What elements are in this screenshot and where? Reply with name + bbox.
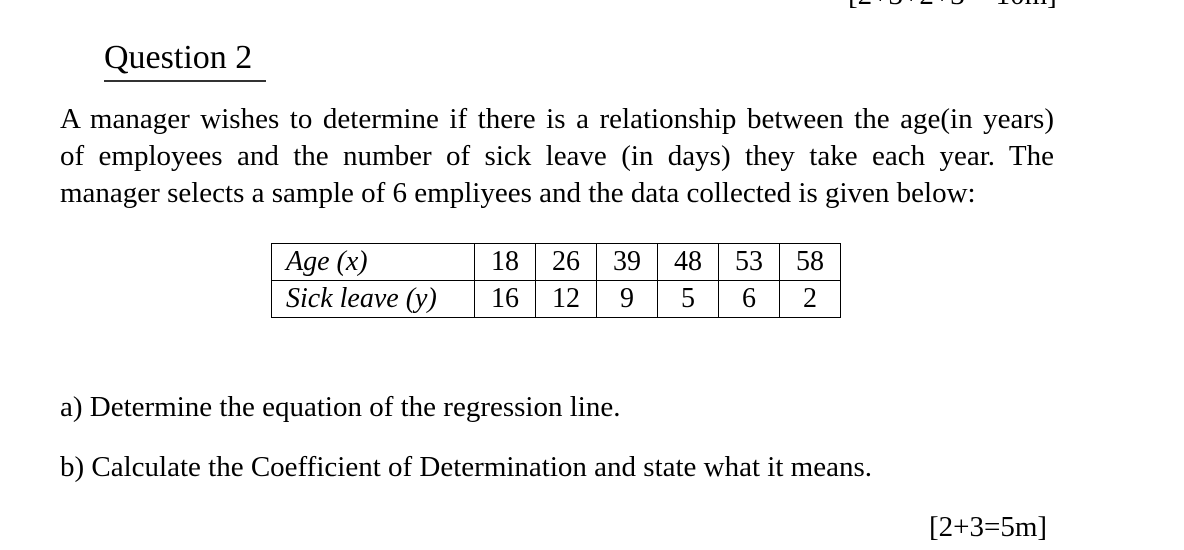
table-cell: 16 xyxy=(474,280,536,318)
table-cell: 2 xyxy=(779,280,841,318)
table-cell: 12 xyxy=(535,280,597,318)
data-table: Age (x) 18 26 39 48 53 58 Sick leave (y)… xyxy=(271,243,841,318)
table-cell: 6 xyxy=(718,280,780,318)
paragraph-line: A manager wishes to determine if there i… xyxy=(60,103,1054,135)
part-b-question: b) Calculate the Coefficient of Determin… xyxy=(60,451,872,483)
row-label: Sick leave (y) xyxy=(271,280,475,318)
paragraph-line: manager selects a sample of 6 empliyees … xyxy=(60,177,976,209)
part-a-question: a) Determine the equation of the regress… xyxy=(60,391,621,423)
table-row-age: Age (x) 18 26 39 48 53 58 xyxy=(271,243,841,281)
table-row-sick-leave: Sick leave (y) 16 12 9 5 6 2 xyxy=(271,280,841,318)
paragraph-line: of employees and the number of sick leav… xyxy=(60,140,1054,172)
table-cell: 9 xyxy=(596,280,658,318)
table-cell: 58 xyxy=(779,243,841,281)
question-paragraph: A manager wishes to determine if there i… xyxy=(60,101,1054,212)
table-cell: 18 xyxy=(474,243,536,281)
table-cell: 39 xyxy=(596,243,658,281)
table-cell: 26 xyxy=(535,243,597,281)
title-underline xyxy=(104,80,266,82)
previous-question-marks-fragment: [2+3+2+3 = 10m] xyxy=(848,0,1057,10)
table-cell: 48 xyxy=(657,243,719,281)
row-label: Age (x) xyxy=(271,243,475,281)
table-cell: 53 xyxy=(718,243,780,281)
question-title: Question 2 xyxy=(104,39,253,76)
marks-allocation: [2+3=5m] xyxy=(929,511,1048,543)
table-cell: 5 xyxy=(657,280,719,318)
